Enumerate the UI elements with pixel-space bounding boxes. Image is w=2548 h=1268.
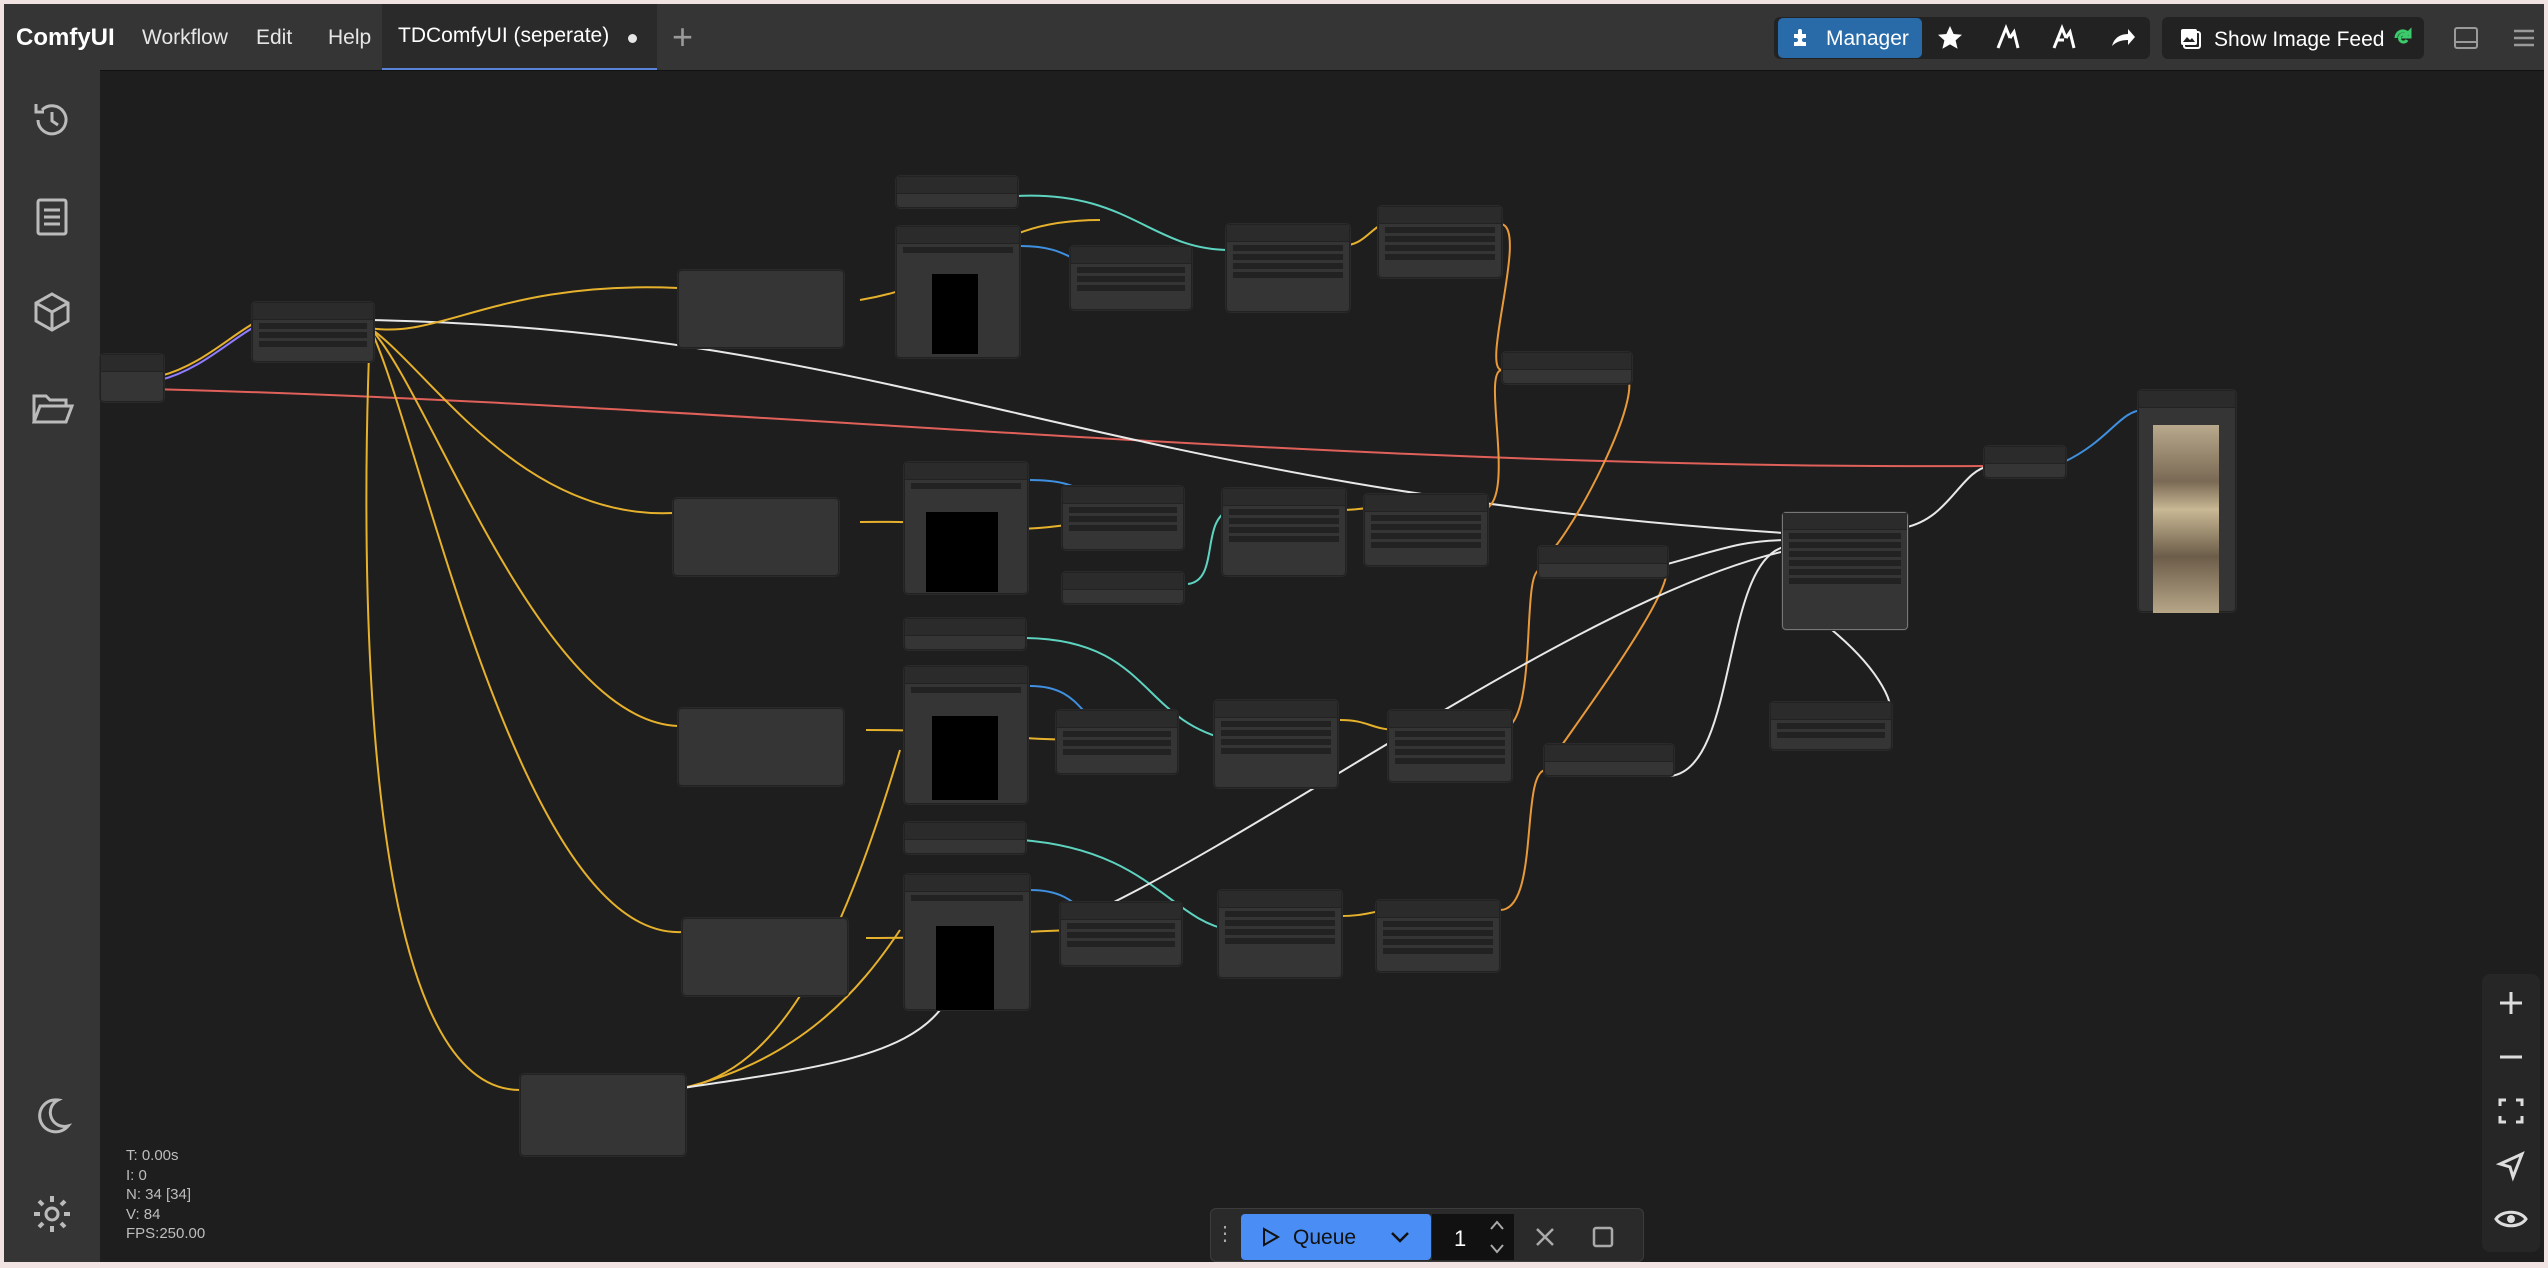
graph-node[interactable] (1062, 486, 1184, 550)
menu-workflow[interactable]: Workflow (142, 26, 228, 50)
output-image (2153, 425, 2219, 613)
pose-image (926, 512, 998, 592)
graph-node[interactable] (1364, 494, 1488, 566)
puzzle-icon (1794, 29, 1806, 46)
zoom-controls (2482, 974, 2540, 1252)
graph-node[interactable] (1062, 572, 1184, 604)
zoom-out-icon[interactable] (2490, 1036, 2532, 1078)
history-icon[interactable] (28, 96, 76, 144)
image-feed-label: Show Image Feed (2214, 28, 2385, 51)
graph-node[interactable] (520, 1074, 686, 1156)
share-arrow-icon[interactable] (2102, 18, 2142, 58)
graph-node[interactable] (1214, 700, 1338, 788)
pose-image (932, 274, 978, 354)
pose-image (932, 716, 998, 800)
stat-nodes: N: 34 [34] (126, 1186, 192, 1203)
stop-icon[interactable] (1590, 1224, 1616, 1250)
graph-node[interactable] (1984, 446, 2066, 478)
manager-button[interactable]: Manager (1778, 18, 1922, 58)
tab-workflow[interactable]: TDComfyUI (seperate) (382, 4, 657, 70)
graph-node[interactable] (678, 708, 844, 786)
graph-node[interactable] (904, 822, 1026, 854)
app-window: ComfyUI Workflow Edit Help TDComfyUI (se… (4, 4, 2544, 1262)
fit-view-icon[interactable] (2490, 1090, 2532, 1132)
close-icon[interactable] (1532, 1224, 1558, 1250)
queue-label: Queue (1293, 1226, 1357, 1249)
tab-label: TDComfyUI (seperate) (398, 24, 610, 47)
graph-node[interactable] (904, 618, 1026, 650)
locate-icon[interactable] (2490, 1144, 2532, 1186)
graph-node[interactable] (1544, 744, 1674, 776)
graph-node[interactable] (1226, 224, 1350, 312)
menu-edit[interactable]: Edit (256, 26, 292, 50)
graph-node[interactable] (896, 176, 1018, 208)
app-logo: ComfyUI (16, 24, 115, 51)
queue-button[interactable]: Queue (1241, 1214, 1431, 1260)
image-output-node[interactable] (2138, 390, 2236, 613)
sidebar (4, 70, 100, 1262)
graph-node[interactable] (1770, 702, 1892, 750)
cube-icon[interactable] (28, 288, 76, 336)
graph-node[interactable] (1378, 206, 1502, 278)
panel-toggle-icon[interactable] (2452, 24, 2480, 52)
stat-time: T: 0.00s (126, 1147, 179, 1164)
zoom-in-icon[interactable] (2490, 982, 2532, 1024)
moon-icon[interactable] (28, 1092, 76, 1140)
refresh-status-icon (2394, 27, 2412, 44)
graph-node[interactable] (100, 354, 164, 402)
pose-image (936, 926, 994, 1010)
hamburger-menu-icon[interactable] (2510, 24, 2538, 52)
node-search-icon[interactable] (1988, 18, 2028, 58)
graph-node[interactable] (1388, 710, 1512, 782)
top-menu-bar: ComfyUI Workflow Edit Help TDComfyUI (se… (4, 4, 2544, 71)
graph-node[interactable] (1538, 546, 1668, 578)
manager-label: Manager (1826, 27, 1909, 50)
play-icon (1263, 1227, 1281, 1247)
graph-node[interactable] (673, 498, 839, 576)
eye-icon[interactable] (2490, 1198, 2532, 1240)
document-icon[interactable] (28, 192, 76, 240)
increment-icon[interactable] (1488, 1218, 1506, 1232)
node-library-icon[interactable] (2044, 18, 2084, 58)
folder-open-icon[interactable] (28, 384, 76, 432)
workflow-canvas[interactable] (100, 70, 2544, 1262)
graph-node[interactable] (1060, 902, 1182, 966)
graph-node[interactable] (1376, 900, 1500, 972)
star-icon[interactable] (1930, 18, 1970, 58)
stat-v: V: 84 (126, 1205, 161, 1223)
menu-help[interactable]: Help (328, 26, 371, 50)
combine-node[interactable] (1782, 512, 1908, 630)
chevron-down-icon[interactable] (1389, 1228, 1411, 1246)
unsaved-indicator (628, 34, 637, 43)
stat-i: I: 0 (126, 1166, 147, 1184)
canvas-stats: T: 0.00s I: 0 N: 34 [34] V: 84 FPS:250.0… (126, 1146, 205, 1244)
decrement-icon[interactable] (1488, 1242, 1506, 1256)
graph-node[interactable] (1056, 710, 1178, 774)
gear-icon[interactable] (28, 1190, 76, 1238)
graph-node[interactable] (1502, 352, 1632, 384)
graph-node[interactable] (1222, 488, 1346, 576)
queue-count-input[interactable]: 1 (1432, 1214, 1514, 1260)
show-image-feed-button[interactable]: Show Image Feed (2162, 17, 2424, 59)
new-tab-plus-icon[interactable]: + (672, 16, 693, 58)
drag-handle-icon[interactable]: ⋮ (1215, 1221, 1235, 1246)
queue-count-value: 1 (1454, 1226, 1467, 1251)
graph-node[interactable] (252, 302, 374, 362)
graph-node[interactable] (1070, 246, 1192, 310)
stat-fps: FPS:250.00 (126, 1225, 206, 1242)
graph-node[interactable] (678, 270, 844, 348)
image-gallery-icon (2181, 29, 2201, 49)
graph-node[interactable] (1218, 890, 1342, 978)
graph-node[interactable] (682, 918, 848, 996)
